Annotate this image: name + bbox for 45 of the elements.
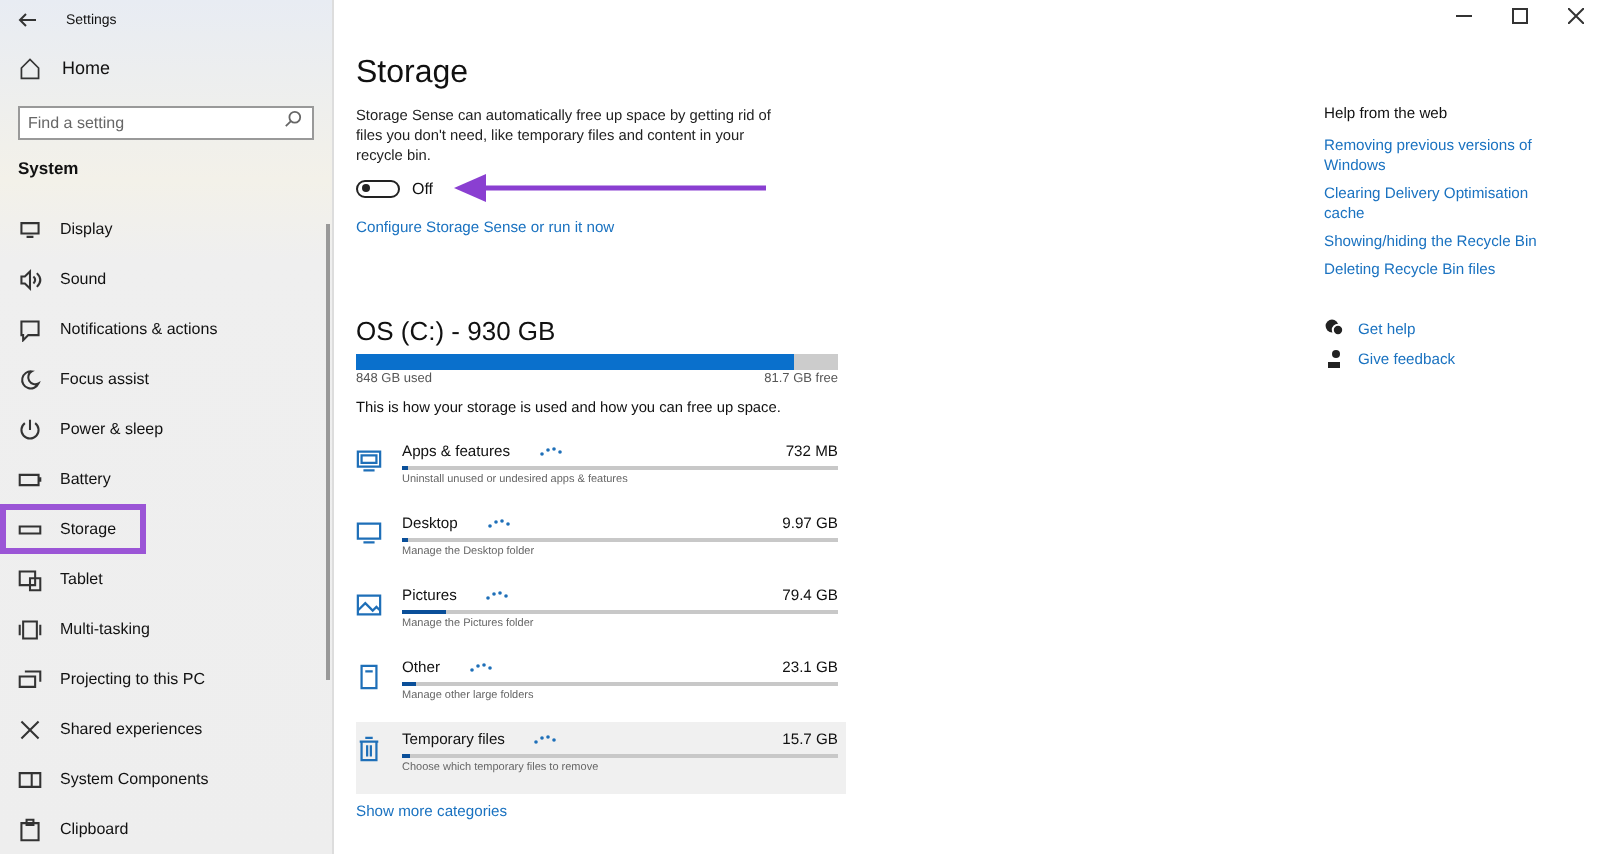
search-field[interactable]: Find a setting: [18, 106, 314, 140]
speaker-icon: [18, 267, 42, 291]
toggle-switch[interactable]: [356, 179, 400, 197]
close-icon[interactable]: [1568, 8, 1584, 24]
drive-title: OS (C:) - 930 GB: [356, 316, 558, 346]
chat-icon: [1324, 318, 1344, 338]
back-arrow-icon[interactable]: [18, 12, 38, 28]
moon-icon: [18, 367, 42, 391]
sidebar-item[interactable]: Focus assist: [0, 362, 300, 396]
sidebar-item[interactable]: System Components: [0, 762, 300, 796]
sidebar-item[interactable]: Storage: [0, 504, 146, 554]
home-icon: [18, 56, 42, 80]
page-title: Storage: [356, 56, 471, 92]
search-icon: [284, 110, 302, 128]
sidebar-item[interactable]: Display: [0, 212, 300, 246]
loading-icon: [484, 590, 509, 600]
sidebar-item[interactable]: Shared experiences: [0, 712, 300, 746]
loading-icon: [532, 734, 557, 744]
picture-icon: [356, 592, 382, 618]
monitor-icon: [356, 448, 382, 474]
tablet-icon: [18, 567, 42, 591]
section-heading: System: [16, 156, 81, 178]
power-icon: [18, 417, 42, 441]
sidebar-item[interactable]: Tablet: [0, 562, 300, 596]
monitor-icon: [356, 520, 382, 546]
loading-icon: [538, 446, 563, 456]
sidebar-item[interactable]: Power & sleep: [0, 412, 300, 446]
loading-icon: [485, 518, 510, 528]
home-link[interactable]: Home: [62, 58, 111, 78]
monitor-icon: [18, 217, 42, 241]
sidebar-item[interactable]: Notifications & actions: [0, 312, 300, 346]
clipboard-icon: [18, 817, 42, 841]
trash-icon: [356, 736, 382, 762]
sidebar-item[interactable]: Sound: [0, 262, 300, 296]
toggle-label: Off: [412, 179, 434, 197]
document-icon: [356, 664, 382, 690]
maximize-icon[interactable]: [1512, 8, 1528, 24]
sidebar-item[interactable]: Multi-tasking: [0, 612, 300, 646]
sidebar-item[interactable]: Battery: [0, 462, 300, 496]
loading-icon: [468, 662, 492, 672]
share-icon: [18, 717, 42, 741]
sidebar-item[interactable]: Projecting to this PC: [0, 662, 300, 696]
sidebar-item[interactable]: Clipboard: [0, 812, 300, 846]
message-icon: [18, 317, 42, 341]
person-icon: [1324, 348, 1344, 368]
